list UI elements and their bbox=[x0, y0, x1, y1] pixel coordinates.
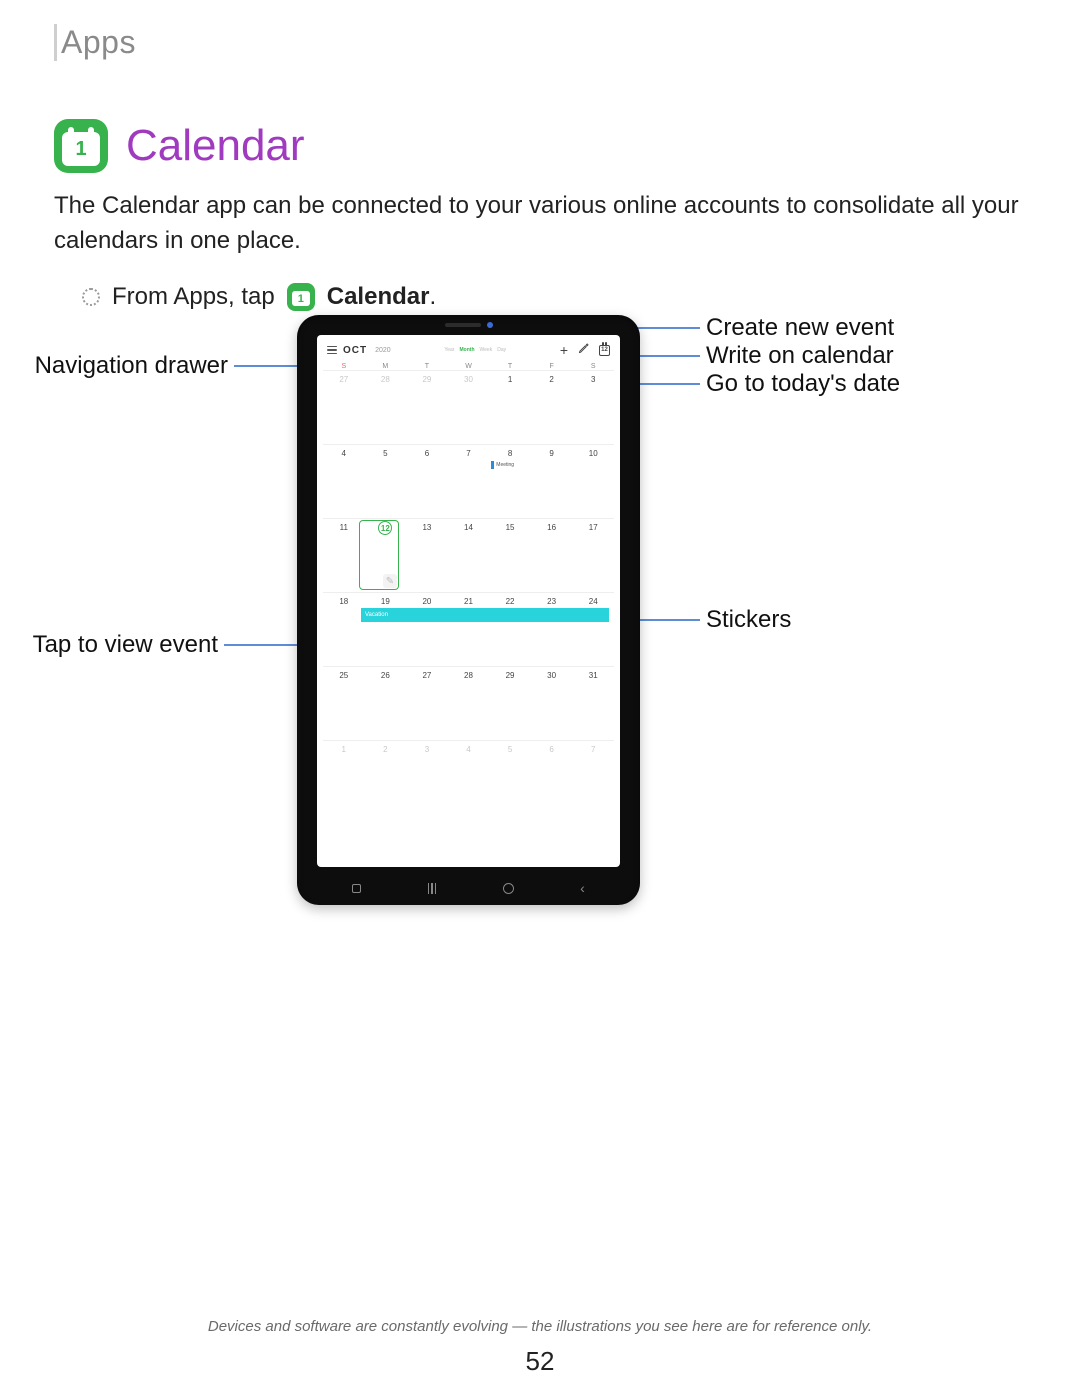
calendar-cell[interactable]: 17 bbox=[572, 518, 614, 592]
view-month[interactable]: Month bbox=[460, 347, 475, 353]
calendar-screen: OCT 2020 Year Month Week Day + 12 bbox=[317, 335, 620, 867]
year-label: 2020 bbox=[375, 347, 391, 354]
calendar-cell[interactable]: 15 bbox=[489, 518, 531, 592]
nav-multitask-icon[interactable] bbox=[428, 883, 437, 894]
calendar-cell[interactable]: 30 bbox=[448, 370, 490, 444]
calendar-cell[interactable]: 28 bbox=[365, 370, 407, 444]
calendar-cell[interactable]: 28 bbox=[448, 666, 490, 740]
calendar-header: OCT 2020 Year Month Week Day + 12 bbox=[317, 335, 620, 363]
calendar-cell[interactable]: 31 bbox=[572, 666, 614, 740]
calendar-cell[interactable]: 3 bbox=[406, 740, 448, 814]
view-week[interactable]: Week bbox=[480, 347, 493, 353]
calendar-cell[interactable]: 10 bbox=[572, 444, 614, 518]
calendar-cell[interactable]: 7 bbox=[448, 444, 490, 518]
calendar-cell[interactable]: 29 bbox=[489, 666, 531, 740]
calendar-cell[interactable]: 9 bbox=[531, 444, 573, 518]
tablet-frame: OCT 2020 Year Month Week Day + 12 bbox=[297, 315, 640, 905]
calendar-cell[interactable]: 29 bbox=[406, 370, 448, 444]
calendar-cell[interactable]: 7 bbox=[572, 740, 614, 814]
calendar-cell[interactable]: 18 bbox=[323, 592, 365, 666]
calendar-cell[interactable]: 3 bbox=[572, 370, 614, 444]
nav-home-icon[interactable] bbox=[503, 883, 514, 894]
calendar-cell[interactable]: 4 bbox=[323, 444, 365, 518]
calendar-icon-number: 1 bbox=[62, 132, 100, 166]
calendar-cell[interactable]: 8Meeting bbox=[489, 444, 531, 518]
view-day[interactable]: Day bbox=[497, 347, 506, 353]
calendar-cell[interactable]: 19 bbox=[365, 592, 407, 666]
intro-text: The Calendar app can be connected to you… bbox=[54, 189, 1026, 259]
calendar-cell[interactable]: 30 bbox=[531, 666, 573, 740]
nav-recent-icon[interactable] bbox=[352, 884, 361, 893]
today-badge: 12 bbox=[378, 521, 392, 535]
view-switch[interactable]: Year Month Week Day bbox=[444, 347, 506, 353]
calendar-cell[interactable]: 6 bbox=[406, 444, 448, 518]
calendar-cell[interactable]: 1 bbox=[489, 370, 531, 444]
page-number: 52 bbox=[0, 1346, 1080, 1377]
calendar-cell[interactable]: 27 bbox=[406, 666, 448, 740]
calendar-cell[interactable]: 23 bbox=[531, 592, 573, 666]
section-apps: Apps bbox=[54, 24, 1026, 61]
nav-back-icon[interactable]: ‹ bbox=[580, 881, 585, 895]
calendar-cell[interactable]: 27 bbox=[323, 370, 365, 444]
callout-tap-event: Tap to view event bbox=[33, 631, 218, 659]
calendar-grid[interactable]: 2728293012345678Meeting91011121213141516… bbox=[317, 370, 620, 814]
calendar-cell[interactable]: 24 bbox=[572, 592, 614, 666]
callout-stickers: Stickers bbox=[706, 606, 791, 634]
calendar-cell[interactable]: 22 bbox=[489, 592, 531, 666]
calendar-cell[interactable]: 21 bbox=[448, 592, 490, 666]
calendar-app-icon: 1 bbox=[54, 119, 108, 173]
meeting-chip[interactable]: Meeting bbox=[491, 461, 529, 469]
pencil-icon[interactable] bbox=[578, 343, 589, 357]
calendar-cell[interactable]: 1 bbox=[323, 740, 365, 814]
calendar-cell[interactable]: 14 bbox=[448, 518, 490, 592]
disclaimer-text: Devices and software are constantly evol… bbox=[0, 1318, 1080, 1335]
hamburger-icon[interactable] bbox=[327, 346, 337, 355]
weekday-header: S M T W T F S bbox=[317, 363, 620, 370]
calendar-cell[interactable]: 6 bbox=[531, 740, 573, 814]
plus-icon[interactable]: + bbox=[560, 343, 568, 357]
calendar-cell[interactable]: 2 bbox=[365, 740, 407, 814]
today-icon[interactable]: 12 bbox=[599, 345, 610, 356]
view-year[interactable]: Year bbox=[444, 347, 454, 353]
callout-today: Go to today's date bbox=[706, 370, 900, 398]
callout-write-cal: Write on calendar bbox=[706, 342, 894, 370]
calendar-cell[interactable]: 11 bbox=[323, 518, 365, 592]
month-label[interactable]: OCT bbox=[343, 345, 367, 356]
sticker-icon[interactable]: ✎ bbox=[383, 574, 397, 588]
page-title: Calendar bbox=[126, 121, 305, 171]
calendar-cell[interactable]: 4 bbox=[448, 740, 490, 814]
calendar-cell[interactable]: 13 bbox=[406, 518, 448, 592]
calendar-cell[interactable]: 25 bbox=[323, 666, 365, 740]
callout-create-event: Create new event bbox=[706, 314, 894, 342]
calendar-cell[interactable]: 5 bbox=[489, 740, 531, 814]
event-bar[interactable]: Vacation bbox=[361, 608, 609, 622]
calendar-cell[interactable]: 5 bbox=[365, 444, 407, 518]
calendar-cell[interactable]: 16 bbox=[531, 518, 573, 592]
calendar-cell[interactable]: 26 bbox=[365, 666, 407, 740]
calendar-cell[interactable]: 20 bbox=[406, 592, 448, 666]
android-navbar: ‹ bbox=[319, 881, 618, 895]
calendar-cell[interactable]: 2 bbox=[531, 370, 573, 444]
illustration-stage: Navigation drawer Tap to view event Crea… bbox=[0, 300, 1080, 940]
callout-nav-drawer: Navigation drawer bbox=[35, 352, 228, 380]
